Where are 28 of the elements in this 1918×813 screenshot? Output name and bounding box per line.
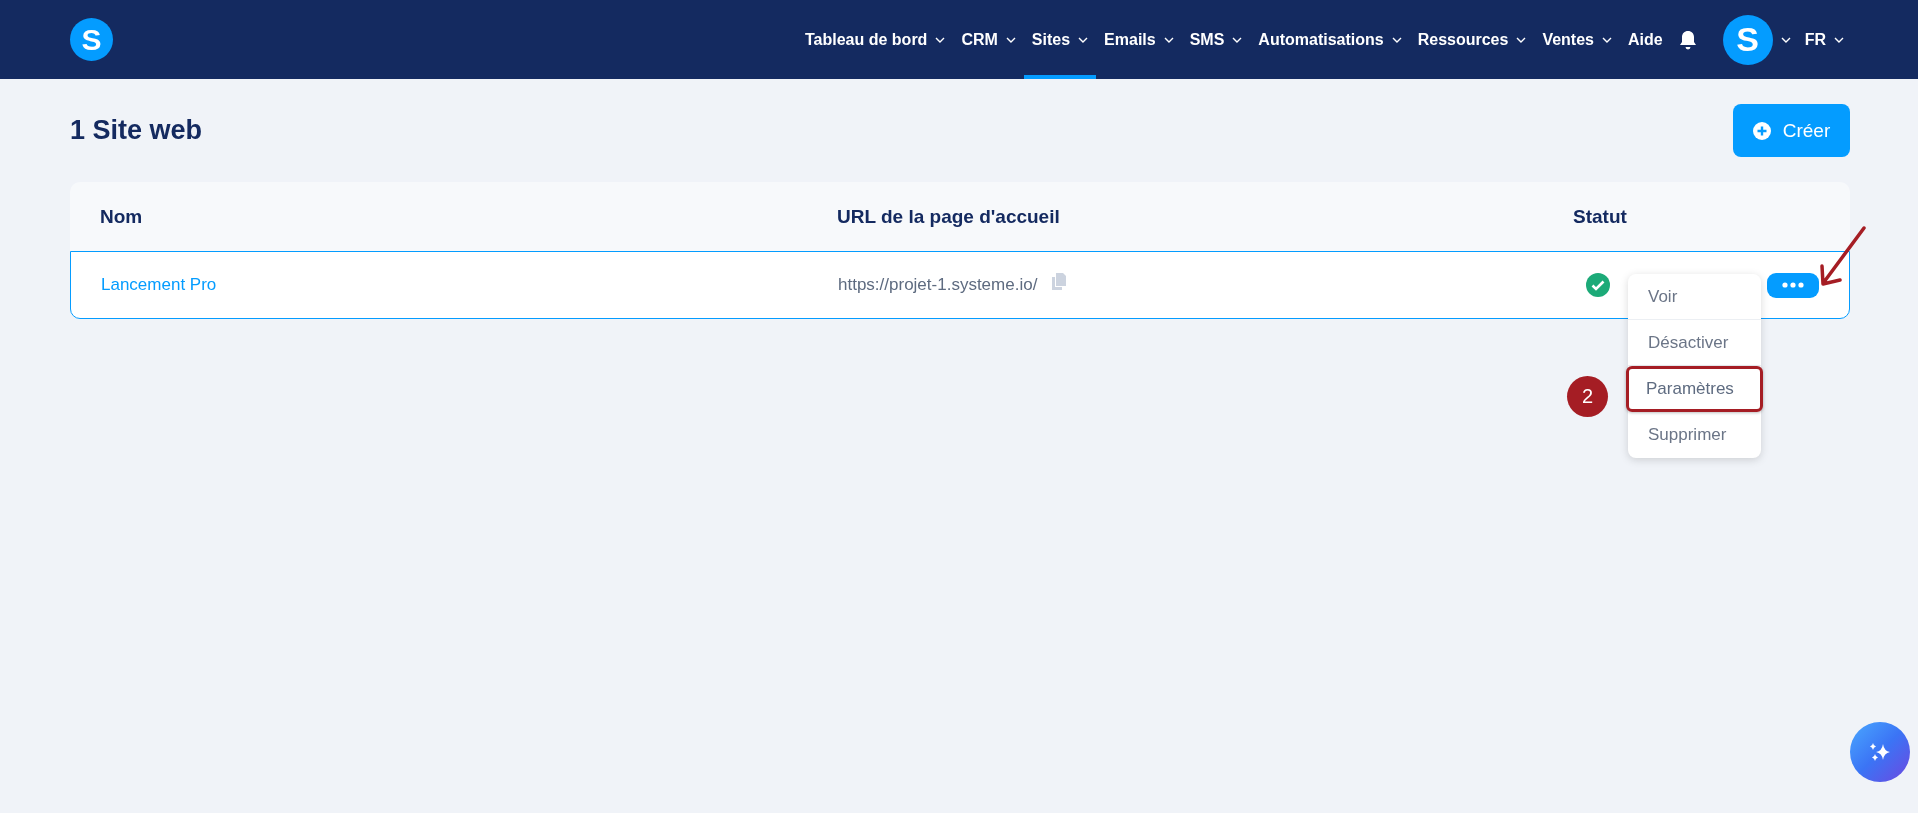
column-header: Nom [99,205,144,228]
bell-icon[interactable] [1678,29,1697,50]
nav-menu-item[interactable]: Ressources [1409,0,1535,79]
nav-menu-item[interactable]: Aide [1620,0,1671,79]
more-options-button[interactable] [1767,272,1819,298]
column-header: Statut [1572,205,1628,228]
assistant-button[interactable] [1850,722,1910,782]
language-selector[interactable]: FR [1796,0,1852,79]
nav-menu-item[interactable]: CRM [953,0,1024,79]
nav-menu-item[interactable]: Emails [1096,0,1182,79]
plus-icon [1752,121,1771,140]
nav-menu-item[interactable]: Automatisations [1250,0,1410,79]
nav-menu-item[interactable]: Sites [1023,0,1097,79]
step-badge: 2 [1567,376,1608,417]
url-text: https://projet-1.systeme.io/ [838,275,1038,295]
chevron-icon [1834,36,1844,43]
nav-menu-item[interactable]: Tableau de bord [797,0,954,79]
chevron-icon [1780,36,1791,43]
menu-item[interactable]: Désactiver [1628,320,1761,366]
menu-item[interactable]: Supprimer [1628,412,1761,458]
annotation-arrow [1818,226,1868,288]
nav-menu-item[interactable]: Ventes [1534,0,1620,79]
dots-icon [1781,282,1805,288]
menu-item[interactable]: Paramètres [1626,366,1763,412]
page-title: 1 Site web [70,115,203,146]
column-header: URL de la page d'accueil [836,205,1061,228]
menu-item[interactable]: Voir [1628,274,1761,320]
nav-menu-item[interactable]: SMS [1181,0,1251,79]
